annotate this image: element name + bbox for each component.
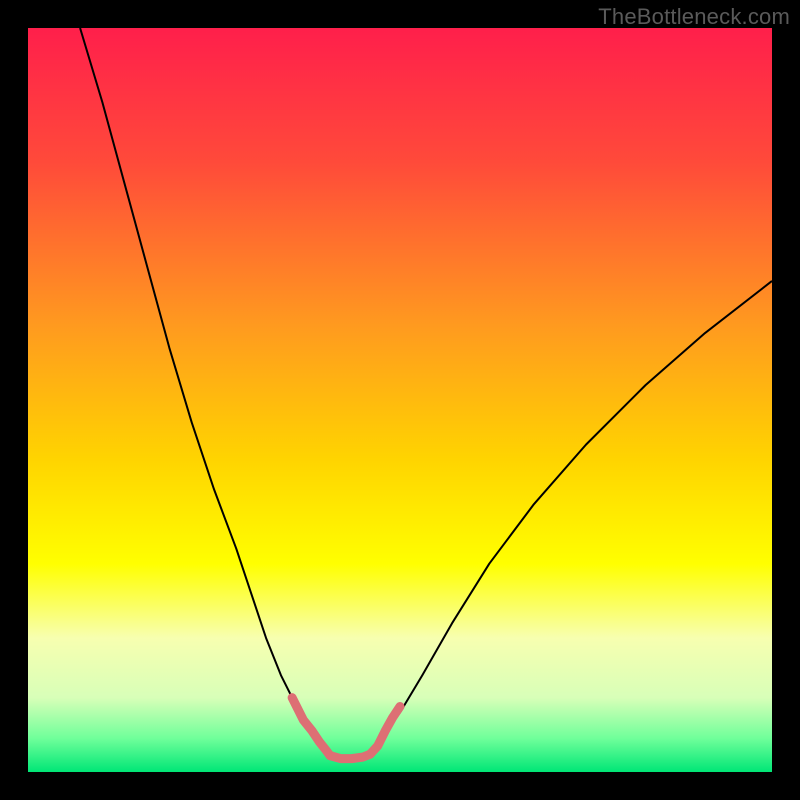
series-bottom-handle (330, 754, 370, 758)
chart-frame: TheBottleneck.com (0, 0, 800, 800)
watermark-text: TheBottleneck.com (598, 4, 790, 30)
chart-plot-area (28, 28, 772, 772)
chart-background (28, 28, 772, 772)
chart-svg (28, 28, 772, 772)
